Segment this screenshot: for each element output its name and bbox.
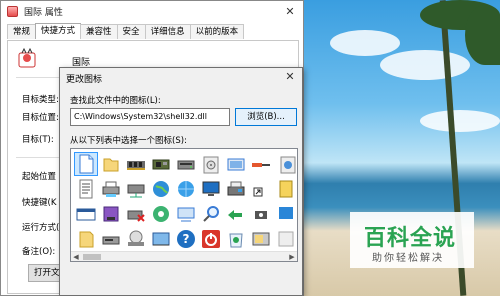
recycle-bin-icon[interactable] bbox=[225, 228, 247, 250]
app-icon bbox=[7, 5, 18, 17]
folder-icon[interactable] bbox=[100, 153, 122, 175]
blank-icon[interactable] bbox=[275, 228, 297, 250]
run-label: 运行方式( bbox=[22, 223, 60, 233]
network-search-icon[interactable] bbox=[175, 203, 197, 225]
monitor-icon[interactable] bbox=[200, 178, 222, 200]
camera-icon[interactable] bbox=[250, 203, 272, 225]
blue-panel-icon[interactable] bbox=[275, 203, 297, 225]
watermark: 百科全说 助你轻松解决 bbox=[350, 212, 474, 268]
tab-previous-versions[interactable]: 以前的版本 bbox=[189, 24, 245, 39]
comment-label: 备注(O): bbox=[22, 247, 56, 257]
browse-button[interactable]: 浏览(B)... bbox=[235, 108, 297, 126]
shutdown-icon[interactable] bbox=[200, 228, 222, 250]
tab-shortcut[interactable]: 快捷方式 bbox=[35, 23, 82, 39]
network-card-icon[interactable] bbox=[225, 153, 247, 175]
tab-bar: 常规 快捷方式 兼容性 安全 详细信息 以前的版本 bbox=[7, 23, 245, 40]
drive-storage-icon[interactable] bbox=[100, 203, 122, 225]
hard-disk-icon[interactable] bbox=[100, 228, 122, 250]
media-disc-icon[interactable] bbox=[150, 203, 172, 225]
printer-network-icon[interactable] bbox=[100, 178, 122, 200]
search-icon[interactable] bbox=[200, 203, 222, 225]
document-lines-icon[interactable] bbox=[75, 178, 97, 200]
network-disconnect-icon[interactable] bbox=[125, 203, 147, 225]
cloud bbox=[330, 30, 400, 56]
printer-icon[interactable] bbox=[225, 178, 247, 200]
drive-cd-icon[interactable] bbox=[200, 153, 222, 175]
cloud bbox=[380, 50, 470, 80]
memory-chip-icon[interactable] bbox=[125, 153, 147, 175]
scanner-icon[interactable] bbox=[150, 228, 172, 250]
blank-document-icon[interactable] bbox=[74, 152, 98, 176]
icon-file-path-input[interactable]: C:\Windows\System32\shell32.dll bbox=[70, 108, 230, 126]
target-type-label: 目标类型: bbox=[22, 95, 59, 105]
shortcut-arrow-icon[interactable] bbox=[250, 178, 272, 200]
tab-compatibility[interactable]: 兼容性 bbox=[80, 24, 118, 39]
shortcut-key-label: 快捷键(K bbox=[22, 198, 57, 208]
icon-list[interactable]: ? ◀ ▶ bbox=[70, 148, 298, 262]
folder-yellow-icon[interactable] bbox=[75, 228, 97, 250]
disk-drive-icon[interactable] bbox=[175, 153, 197, 175]
tab-security[interactable]: 安全 bbox=[116, 24, 146, 39]
cd-drive-icon[interactable] bbox=[125, 228, 147, 250]
scroll-left-icon[interactable]: ◀ bbox=[71, 252, 81, 261]
network-cable-icon[interactable] bbox=[250, 153, 272, 175]
target-label: 目标(T): bbox=[22, 135, 54, 145]
find-icons-label: 查找此文件中的图标(L): bbox=[70, 96, 161, 106]
svg-text:?: ? bbox=[183, 232, 190, 246]
app-icon bbox=[16, 47, 38, 69]
cloud bbox=[420, 110, 500, 132]
watermark-title: 百科全说 bbox=[364, 226, 457, 251]
recycle-icon[interactable] bbox=[275, 153, 297, 175]
document-yellow-icon[interactable] bbox=[275, 178, 297, 200]
target-location-label: 目标位置: bbox=[22, 113, 59, 123]
window-icon[interactable] bbox=[75, 203, 97, 225]
scrollbar-thumb[interactable] bbox=[83, 254, 101, 260]
network-drive-icon[interactable] bbox=[125, 178, 147, 200]
close-button[interactable]: ✕ bbox=[277, 1, 303, 21]
properties-title: 国际 属性 bbox=[24, 7, 63, 18]
select-icon-label: 从以下列表中选择一个图标(S): bbox=[70, 136, 187, 146]
globe-icon[interactable] bbox=[150, 178, 172, 200]
help-icon[interactable]: ? bbox=[175, 228, 197, 250]
icon-grid: ? bbox=[73, 151, 297, 251]
close-icon[interactable]: ✕ bbox=[280, 68, 300, 84]
horizontal-scrollbar[interactable]: ◀ ▶ bbox=[71, 251, 297, 261]
recycle-network-icon[interactable] bbox=[225, 203, 247, 225]
tab-general[interactable]: 常规 bbox=[7, 24, 37, 39]
settings-board-icon[interactable] bbox=[250, 228, 272, 250]
start-in-label: 起始位置 bbox=[22, 172, 57, 182]
tab-details[interactable]: 详细信息 bbox=[144, 24, 191, 39]
scroll-right-icon[interactable]: ▶ bbox=[287, 252, 297, 261]
hardware-chip-icon[interactable] bbox=[150, 153, 172, 175]
change-icon-dialog: 更改图标 ✕ 查找此文件中的图标(L): C:\Windows\System32… bbox=[59, 67, 303, 296]
palm-leaf bbox=[465, 5, 500, 65]
properties-titlebar: 国际 属性 bbox=[1, 1, 303, 21]
dialog-title: 更改图标 bbox=[66, 75, 103, 85]
network-icon[interactable] bbox=[175, 178, 197, 200]
watermark-subtitle: 助你轻松解决 bbox=[372, 253, 444, 264]
